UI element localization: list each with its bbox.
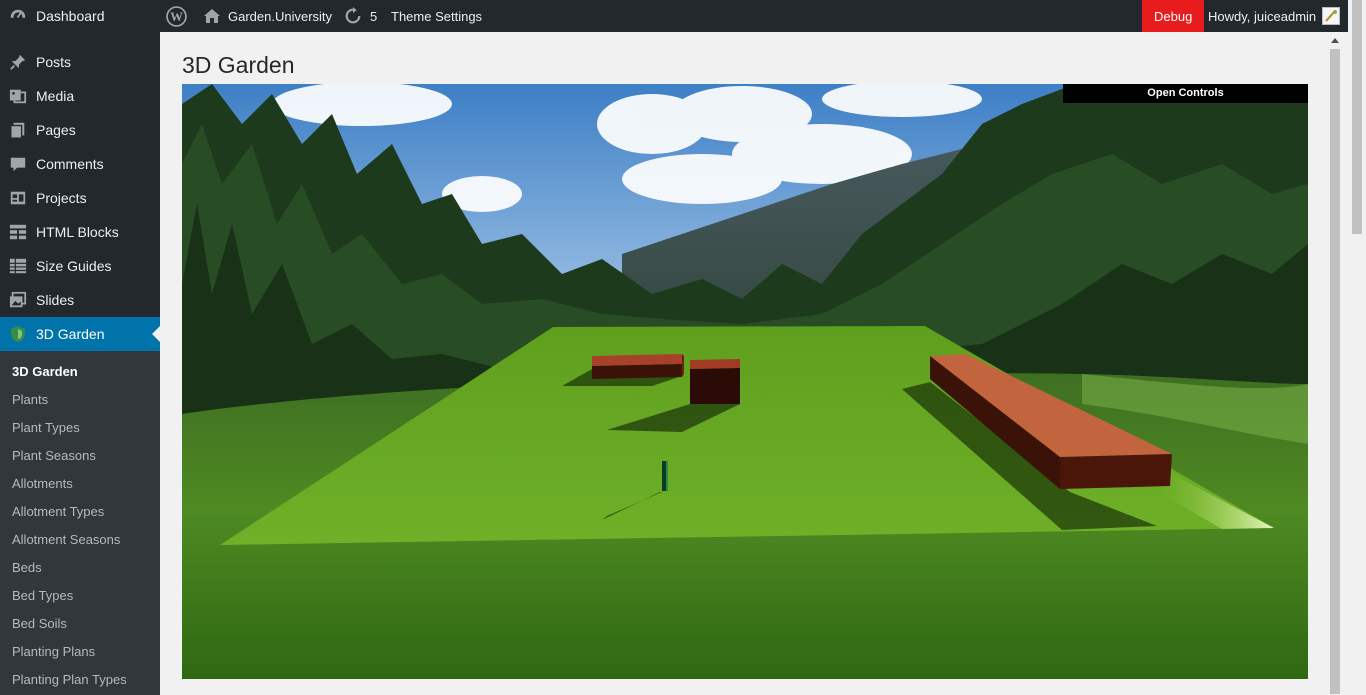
portfolio-icon <box>8 188 28 208</box>
sidebar-item-pages[interactable]: Pages <box>0 113 160 147</box>
sidebar-item-label: 3D Garden <box>36 326 105 342</box>
sidebar-item-media[interactable]: Media <box>0 79 160 113</box>
site-name: Garden.University <box>228 8 333 24</box>
sidebar-item-label: Comments <box>36 156 104 172</box>
submenu-item-plants[interactable]: Plants <box>12 390 48 410</box>
page-scrollbar-thumb[interactable] <box>1352 0 1362 234</box>
my-account-link[interactable]: Howdy, juiceadmin <box>1208 0 1341 32</box>
submenu-item-bed-soils[interactable]: Bed Soils <box>12 614 67 634</box>
admin-sidebar: Posts Media Pages Comments Projects HTML… <box>0 32 160 695</box>
submenu-item-plant-seasons[interactable]: Plant Seasons <box>12 446 96 466</box>
admin-bar: Dashboard W Garden.University 5 Theme Se… <box>0 0 1366 32</box>
sidebar-item-3d-garden[interactable]: 3D Garden <box>0 317 160 351</box>
scroll-up-arrow-icon[interactable] <box>1331 38 1339 43</box>
submenu-item-beds[interactable]: Beds <box>12 558 42 578</box>
sidebar-item-label: Size Guides <box>36 258 112 274</box>
dashboard-icon <box>9 7 27 25</box>
svg-text:W: W <box>170 10 183 24</box>
pin-icon <box>8 52 28 72</box>
garden-shield-icon <box>8 324 28 344</box>
content-scrollbar[interactable] <box>1326 32 1344 695</box>
sidebar-item-label: Projects <box>36 190 87 206</box>
submenu-item-bed-types[interactable]: Bed Types <box>12 586 73 606</box>
scrollbar-thumb[interactable] <box>1330 49 1340 694</box>
debug-button[interactable]: Debug <box>1142 0 1205 32</box>
3d-garden-canvas[interactable] <box>182 84 1308 679</box>
slides-icon <box>8 290 28 310</box>
submenu-item-allotment-seasons[interactable]: Allotment Seasons <box>12 530 120 550</box>
submenu-item-3d-garden[interactable]: 3D Garden <box>12 362 78 382</box>
updates-link[interactable]: 5 <box>344 0 377 32</box>
page-scrollbar[interactable] <box>1348 0 1366 695</box>
sidebar-item-label: Media <box>36 88 75 104</box>
sidebar-item-label: Posts <box>36 54 72 70</box>
submenu-item-plant-types[interactable]: Plant Types <box>12 418 80 438</box>
submenu-item-allotment-types[interactable]: Allotment Types <box>12 502 104 522</box>
sidebar-item-size-guides[interactable]: Size Guides <box>0 249 160 283</box>
wordpress-logo-icon[interactable]: W <box>166 0 187 32</box>
3d-garden-submenu: 3D Garden Plants Plant Types Plant Seaso… <box>0 351 160 695</box>
table-icon <box>8 256 28 276</box>
sidebar-item-label: HTML Blocks <box>36 224 119 240</box>
sidebar-item-label: Dashboard <box>36 8 105 24</box>
open-controls-button[interactable]: Open Controls <box>1063 84 1308 103</box>
media-icon <box>8 86 28 106</box>
updates-icon <box>344 7 362 25</box>
avatar <box>1322 7 1341 25</box>
sidebar-item-html-blocks[interactable]: HTML Blocks <box>0 215 160 249</box>
pages-icon <box>8 120 28 140</box>
dashboard-menu-link[interactable]: Dashboard <box>9 0 105 32</box>
howdy-text: Howdy, juiceadmin <box>1208 8 1317 24</box>
sidebar-item-label: Pages <box>36 122 76 138</box>
submenu-item-planting-plan-types[interactable]: Planting Plan Types <box>12 670 127 690</box>
sidebar-item-label: Slides <box>36 292 75 308</box>
home-icon <box>203 8 221 24</box>
submenu-item-planting-plans[interactable]: Planting Plans <box>12 642 95 662</box>
sidebar-item-posts[interactable]: Posts <box>0 45 160 79</box>
comment-icon <box>8 154 28 174</box>
theme-settings-link[interactable]: Theme Settings <box>391 0 482 32</box>
blocks-icon <box>8 222 28 242</box>
page-title: 3D Garden <box>182 52 295 78</box>
site-name-link[interactable]: Garden.University <box>203 0 332 32</box>
submenu-item-allotments[interactable]: Allotments <box>12 474 73 494</box>
sidebar-item-projects[interactable]: Projects <box>0 181 160 215</box>
updates-count: 5 <box>370 8 378 24</box>
sidebar-item-slides[interactable]: Slides <box>0 283 160 317</box>
sidebar-item-comments[interactable]: Comments <box>0 147 160 181</box>
